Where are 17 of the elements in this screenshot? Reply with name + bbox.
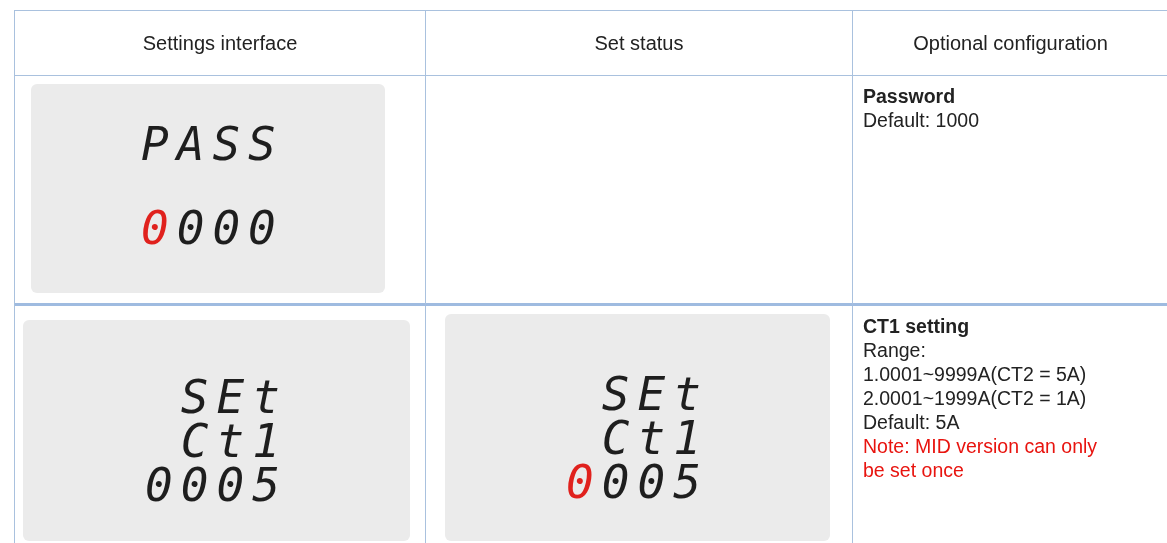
setting-text: Range: bbox=[863, 338, 927, 362]
warning-note: Note: MID version can only be set once bbox=[863, 434, 1099, 482]
lcd-text: PASS bbox=[141, 117, 284, 171]
setting-title: Password bbox=[863, 84, 957, 108]
setting-text: 1.0001~9999A(CT2 = 5A) bbox=[863, 362, 1088, 386]
setting-text: Default: 1000 bbox=[863, 108, 980, 132]
setting-title: CT1 setting bbox=[863, 314, 971, 338]
lcd-cursor-digit: 0 bbox=[566, 454, 602, 509]
lcd-text: 0005 bbox=[145, 457, 288, 512]
lcd-cursor-digit: 0 bbox=[141, 201, 177, 255]
column-header: Optional configuration bbox=[913, 31, 1108, 55]
lcd-text: 005 bbox=[601, 454, 709, 509]
setting-text: Default: 5A bbox=[863, 410, 961, 434]
setting-text: 2.0001~1999A(CT2 = 1A) bbox=[863, 386, 1088, 410]
column-header: Settings interface bbox=[142, 31, 298, 55]
lcd-text: 000 bbox=[176, 201, 284, 255]
column-header: Set status bbox=[594, 31, 684, 55]
